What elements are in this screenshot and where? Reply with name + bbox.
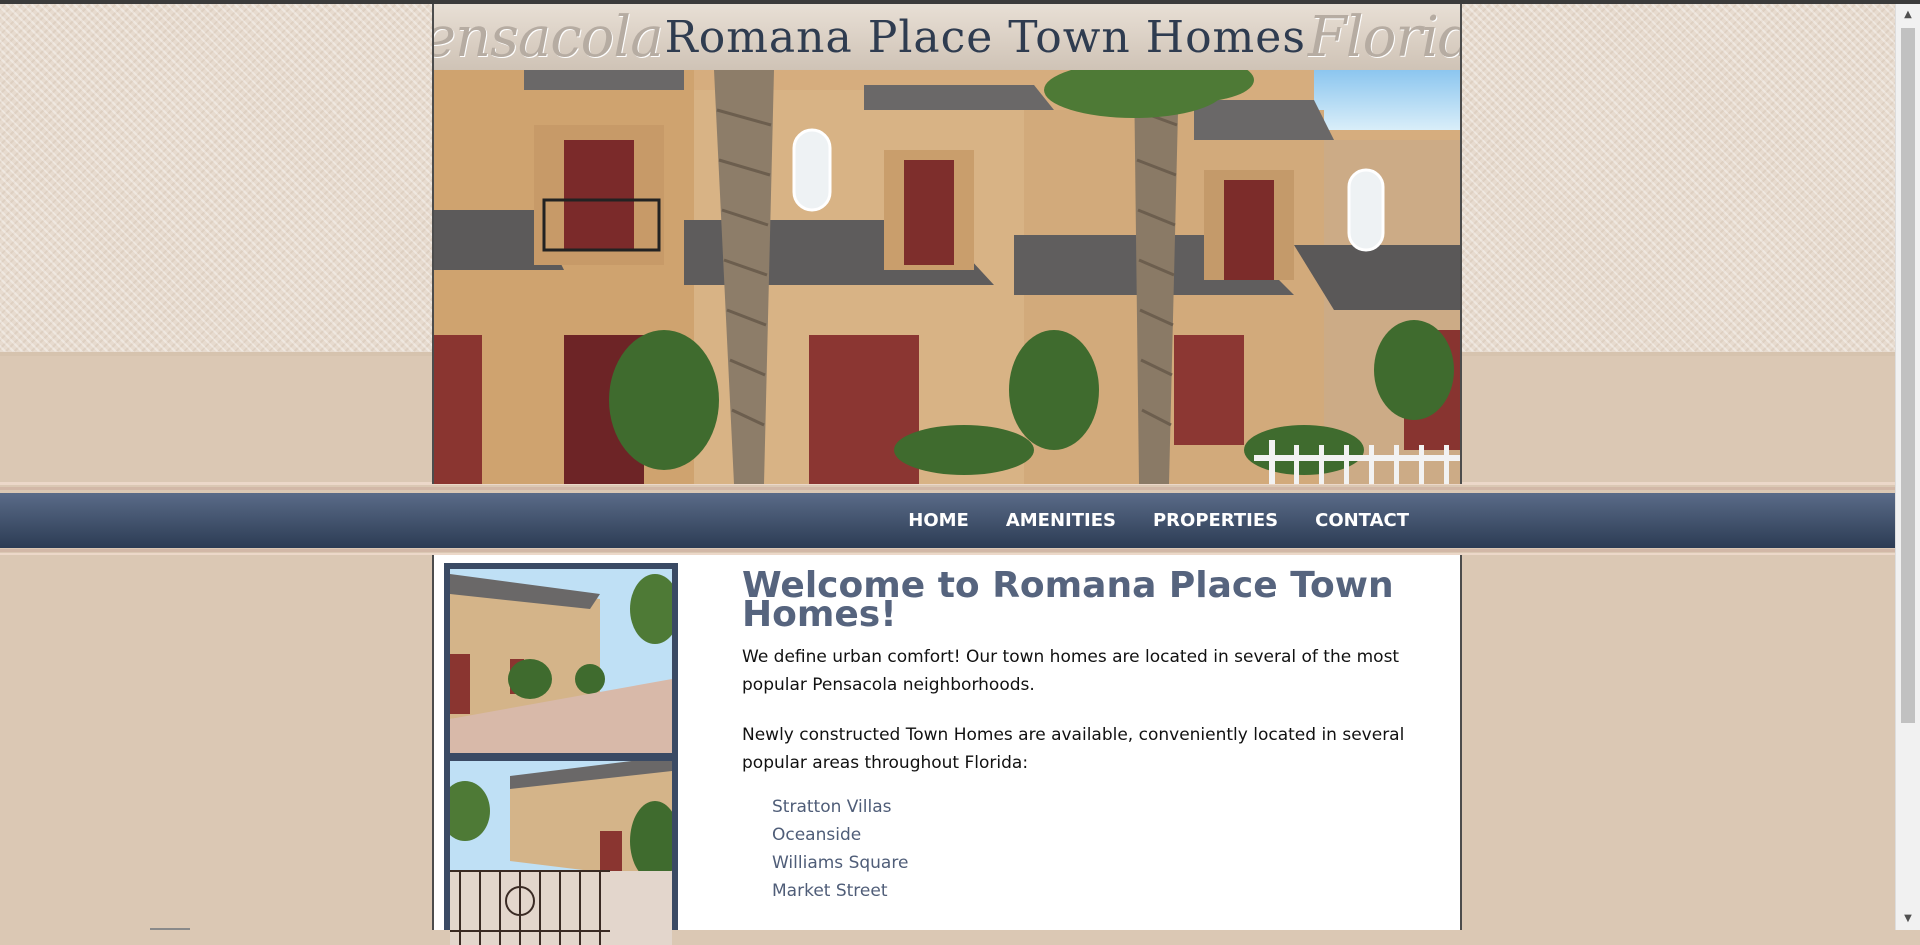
nav-amenities[interactable]: AMENITIES: [1006, 510, 1116, 531]
townhomes-driveway-photo: [450, 569, 672, 753]
site-title-banner: Pensacola Romana Place Town Homes Florid…: [434, 4, 1460, 70]
townhomes-hero-photo: [434, 70, 1460, 484]
vertical-scrollbar[interactable]: ▲ ▼: [1895, 4, 1920, 930]
scrollbar-thumb[interactable]: [1901, 28, 1915, 723]
scroll-up-arrow-icon[interactable]: ▲: [1896, 4, 1920, 24]
locations-paragraph: Newly constructed Town Homes are availab…: [742, 725, 1405, 773]
list-item: Williams Square: [772, 853, 909, 873]
main-navigation: HOME AMENITIES PROPERTIES CONTACT: [0, 493, 1895, 548]
nav-properties[interactable]: PROPERTIES: [1153, 510, 1278, 531]
title-right-script: Florida: [1307, 4, 1460, 70]
list-item: Stratton Villas: [772, 797, 892, 817]
title-left-script: Pensacola: [434, 4, 664, 70]
list-item: Oceanside: [772, 825, 862, 845]
nav-border-line: [0, 487, 1895, 490]
main-content: Welcome to Romana Place Town Homes! We d…: [432, 555, 1462, 945]
area-list: Stratton Villas Oceanside Williams Squar…: [772, 793, 1442, 905]
list-item: Market Street: [772, 881, 888, 901]
nav-home[interactable]: HOME: [908, 510, 969, 531]
site-header: Pensacola Romana Place Town Homes Florid…: [432, 4, 1462, 484]
nav-border-line: [0, 549, 1895, 552]
nav-contact[interactable]: CONTACT: [1315, 510, 1409, 531]
intro-paragraph: We define urban comfort! Our town homes …: [742, 647, 1400, 695]
page-title: Welcome to Romana Place Town Homes!: [742, 565, 1394, 635]
site-title: Romana Place Town Homes: [664, 11, 1306, 63]
photo-sidebar: [444, 563, 678, 945]
townhomes-gate-photo: [450, 761, 672, 945]
scroll-down-arrow-icon[interactable]: ▼: [1896, 910, 1920, 930]
welcome-section: Welcome to Romana Place Town Homes! We d…: [742, 565, 1442, 905]
